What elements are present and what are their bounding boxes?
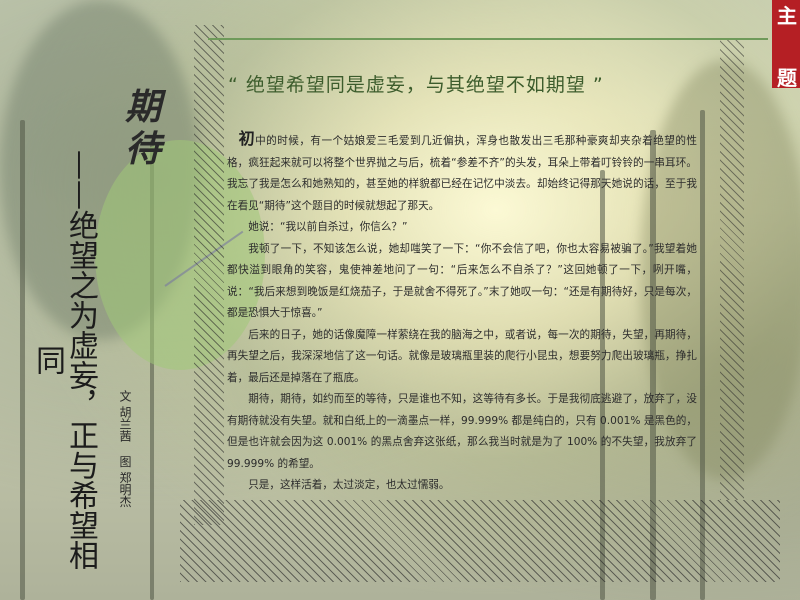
author-credit: 文 胡兰茜	[118, 390, 132, 442]
tree-trunk	[20, 120, 25, 600]
hatch-pattern-bottom	[180, 500, 780, 582]
pull-quote: “ 绝望希望同是虚妄，与其绝望不如期望 ”	[228, 74, 604, 96]
byline: 文 胡兰茜 图 郑明杰	[116, 390, 134, 520]
page-title-char: 待	[124, 128, 161, 170]
article-paragraph: 我顿了一下，不知该怎么说，她却嗤笑了一下：“你不会信了吧，你也太容易被骗了。”我…	[227, 242, 697, 320]
divider-line	[208, 38, 768, 40]
illustrator-credit: 图 郑明杰	[118, 455, 132, 508]
section-tab-char: 题	[777, 66, 797, 90]
hatch-pattern-left	[194, 25, 224, 525]
article-body: 初中的时候，有一个姑娘爱三毛爱到几近偏执，浑身也散发出三毛那种豪爽却夹杂着绝望的…	[227, 128, 697, 497]
drop-cap: 初	[238, 129, 256, 148]
article-paragraph: 后来的日子，她的话像魔障一样萦绕在我的脑海之中，或者说，每一次的期待，失望，再期…	[227, 328, 697, 384]
subtitle-vertical: ——绝望之为虚妄，正与希望相同	[30, 150, 98, 570]
article-paragraph: 初中的时候，有一个姑娘爱三毛爱到几近偏执，浑身也散发出三毛那种豪爽却夹杂着绝望的…	[227, 129, 697, 212]
page-title-char: 期	[124, 86, 161, 128]
section-tab: 主 题	[772, 0, 800, 90]
page-title: 期 待	[118, 86, 168, 170]
section-tab-char: 主	[777, 4, 797, 28]
article-paragraph: 期待，期待，如约而至的等待，只是谁也不知，这等待有多长。于是我彻底逃避了，放弃了…	[227, 393, 697, 470]
article-paragraph: 她说：“我以前自杀过，你信么？”	[248, 221, 408, 233]
article-paragraph: 只是，这样活着，太过淡定，也太过懦弱。	[248, 479, 450, 491]
hatch-pattern-right	[720, 40, 744, 500]
